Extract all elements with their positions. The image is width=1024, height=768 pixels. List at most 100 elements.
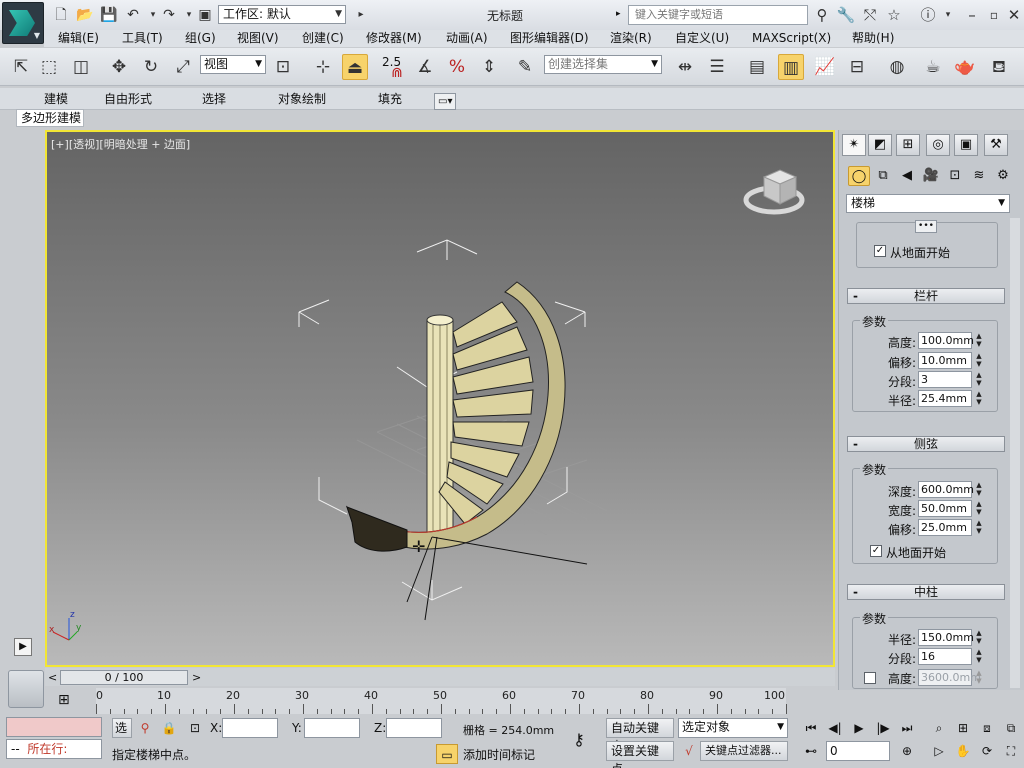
object-type-dropdown[interactable]: 楼梯 ▼ [846,194,1010,213]
help-dropdown-icon[interactable]: ▾ [938,5,958,25]
top-start-from-ground-checkbox[interactable]: ✓ [874,245,886,257]
x-coord-input[interactable] [222,718,278,738]
render-production-icon[interactable]: ⛾ [986,54,1012,80]
curve-editor-icon[interactable]: 📈 [812,54,838,80]
rect-selection-icon[interactable]: ⬚ [36,54,62,80]
spinner-arrows-icon[interactable]: ▲ ▼ [974,481,984,498]
expand-viewport-icon[interactable]: ▶ [14,638,32,656]
track-bar-ruler[interactable]: 0 10 20 30 40 50 60 70 80 90 100 [96,688,787,714]
material-editor-icon[interactable]: ◍ [884,54,910,80]
angle-snap-icon[interactable]: ∡ [412,54,438,80]
window-crossing-icon[interactable]: ◫ [68,54,94,80]
close-icon[interactable]: ✕ [1004,5,1024,25]
ribbon-tab-modeling[interactable]: 建模 [44,92,68,107]
pivot-center-icon[interactable]: ⊡ [270,54,296,80]
open-folder-icon[interactable]: 📂 [76,6,94,24]
go-to-start-icon[interactable]: ⏮ [800,718,822,738]
spinner-arrows-icon[interactable]: ▲ ▼ [974,629,984,646]
pole-radius-input[interactable]: 150.0mm [918,629,974,646]
more-icon[interactable]: ▸ [352,6,370,24]
shapes-icon[interactable]: ⧉ [872,166,894,186]
exchange-icon[interactable]: ⤲ [860,5,880,25]
key-filter-icon[interactable]: √ [678,741,700,761]
pole-segments-input[interactable]: 16 [918,648,972,665]
spinner-arrows-icon[interactable]: ▲ ▼ [974,648,984,665]
time-next-icon[interactable]: > [192,671,201,684]
ref-coord-dropdown[interactable]: 视图 ▼ [200,55,266,74]
time-config-icon[interactable]: ⊕ [896,741,918,761]
maximize-viewport-icon[interactable]: ⛶ [1000,741,1022,761]
spinner-arrows-icon[interactable]: ▲ ▼ [974,519,984,536]
stringer-offset-input[interactable]: 25.0mm [918,519,972,536]
absolute-mode-icon[interactable]: ⊡ [184,718,206,738]
minimize-icon[interactable]: – [962,5,982,25]
ribbon-tab-object-paint[interactable]: 对象绘制 [278,92,326,107]
maxscript-input[interactable] [6,717,102,737]
manipulate-icon[interactable]: ⊹ [310,54,336,80]
selection-lock-label[interactable]: 选 [112,718,132,738]
edit-named-selection-icon[interactable]: ✎ [512,54,538,80]
menu-graph-editors[interactable]: 图形编辑器(D) [510,31,589,46]
spinner-arrows-icon[interactable]: ▲ ▼ [974,371,984,388]
go-to-end-icon[interactable]: ⏭ [896,718,918,738]
time-prev-icon[interactable]: < [48,671,57,684]
ribbon-tab-freeform[interactable]: 自由形式 [104,92,152,107]
pan-icon[interactable]: ✋ [952,741,974,761]
ribbon-tab-selection[interactable]: 选择 [202,92,226,107]
stringer-start-from-ground-checkbox[interactable]: ✓ [870,545,882,557]
next-frame-icon[interactable]: |▶ [872,718,894,738]
zoom-all-icon[interactable]: ⊞ [952,718,974,738]
spinner-arrows-icon[interactable]: ▲ ▼ [974,352,984,369]
ribbon-sub-label[interactable]: 多边形建模 [16,109,84,127]
wrench-icon[interactable]: 🔧 [836,5,856,25]
maxscript-output[interactable]: -- 所在行: [6,739,102,759]
center-pole-rollout-header[interactable]: - 中柱 [847,584,1005,600]
align-icon[interactable]: ☰ [704,54,730,80]
zoom-icon[interactable]: ⌕ [928,718,950,738]
ribbon-options-icon[interactable]: ▭▾ [434,93,457,110]
menu-create[interactable]: 创建(C) [302,31,344,46]
stringer-depth-input[interactable]: 600.0mm [918,481,974,498]
help-icon[interactable]: ⓘ [918,5,938,25]
stringer-width-input[interactable]: 50.0mm [918,500,972,517]
previous-frame-icon[interactable]: ◀| [824,718,846,738]
railing-segments-input[interactable]: 3 [918,371,972,388]
time-tag-icon[interactable]: ▭ [436,744,458,764]
menu-modifiers[interactable]: 修改器(M) [366,31,422,46]
search-input[interactable]: 键入关键字或短语 [628,5,808,25]
star-icon[interactable]: ☆ [884,5,904,25]
spinner-arrows-icon[interactable]: ▲ ▼ [974,390,984,407]
project-folder-icon[interactable]: ▣ [196,6,214,24]
spinner-arrows-icon[interactable]: ▲ ▼ [974,332,984,349]
scene-explorer-icon[interactable]: ▥ [778,54,804,80]
rendered-frame-icon[interactable]: 🫖 [952,54,978,80]
render-setup-icon[interactable]: ☕ [920,54,946,80]
railing-height-input[interactable]: 100.0mm [918,332,974,349]
menu-group[interactable]: 组(G) [185,31,216,46]
menu-customize[interactable]: 自定义(U) [675,31,729,46]
pole-height-checkbox[interactable] [864,672,876,684]
field-of-view-icon[interactable]: ▷ [928,741,950,761]
create-tab-icon[interactable]: ✴ [842,134,866,156]
lock-icon[interactable]: 🔒 [158,718,180,738]
restore-icon[interactable]: ▫ [984,5,1004,25]
move-icon[interactable]: ✥ [106,54,132,80]
auto-key-button[interactable]: 自动关键点 [606,718,674,753]
lights-icon[interactable]: ◀ [896,166,918,186]
set-key-icon[interactable]: ⚷ [568,730,590,750]
railing-rollout-header[interactable]: - 栏杆 [847,288,1005,304]
y-coord-input[interactable] [304,718,360,738]
menu-maxscript[interactable]: MAXScript(X) [752,31,831,46]
geometry-icon[interactable]: ◯ [848,166,870,186]
zoom-extents-all-icon[interactable]: ⧉ [1000,718,1022,738]
app-logo-button[interactable]: ▼ [2,2,44,44]
key-filters-button[interactable]: 关键点过滤器... [700,741,788,761]
spinner-snap-icon[interactable]: ⇕ [476,54,502,80]
helpers-icon[interactable]: ⊡ [944,166,966,186]
spinner-arrows-icon[interactable]: ▲ ▼ [974,500,984,517]
menu-help[interactable]: 帮助(H) [852,31,894,46]
cameras-icon[interactable]: 🎥 [920,166,942,186]
hierarchy-tab-icon[interactable]: ⊞ [896,134,920,156]
key-mode-dropdown[interactable]: 选定对象 ▼ [678,718,788,738]
menu-edit[interactable]: 编辑(E) [58,31,99,46]
